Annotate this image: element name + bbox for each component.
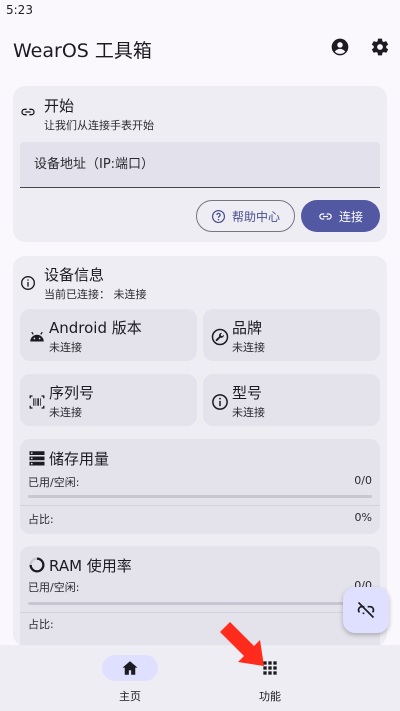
disconnect-fab[interactable] [343, 587, 389, 633]
device-address-input[interactable] [20, 142, 380, 187]
android-version-value: 未连接 [49, 341, 82, 354]
nav-item-home[interactable]: 主页 [70, 645, 190, 711]
model-tile: 型号 未连接 [203, 374, 380, 426]
ram-ratio-label: 占比: [28, 618, 54, 631]
android-version-tile: Android 版本 未连接 [20, 309, 197, 361]
home-icon [122, 661, 138, 675]
wrench-icon [211, 328, 229, 346]
divider [20, 612, 380, 613]
account-circle-icon [331, 38, 349, 56]
status-time: 5:23 [6, 3, 33, 17]
link-icon [21, 108, 35, 116]
connect-card: 开始 让我们从连接手表开始 帮助中心 连接 [13, 86, 387, 242]
info-icon [212, 394, 228, 410]
app-title: WearOS 工具箱 [13, 40, 152, 62]
serial-number-label: 序列号 [49, 384, 95, 402]
nav-indicator [102, 655, 158, 681]
help-icon [211, 209, 226, 223]
brand-value: 未连接 [232, 341, 265, 354]
info-icon [21, 276, 35, 290]
gear-icon [371, 38, 389, 56]
brand-tile: 品牌 未连接 [203, 309, 380, 361]
storage-used-free-label: 已用/空闲: [28, 476, 80, 489]
brand-label: 品牌 [232, 319, 263, 337]
divider [20, 505, 380, 506]
storage-ratio-label: 占比: [28, 513, 54, 526]
connect-button[interactable]: 连接 [301, 200, 380, 232]
status-bar: 5:23 [0, 0, 400, 22]
bottom-navigation: 主页 功能 [0, 645, 400, 711]
storage-ratio-value: 0% [354, 511, 372, 524]
connect-card-title: 开始 [44, 97, 75, 115]
storage-used-free-value: 0/0 [354, 474, 372, 487]
ram-tile: RAM 使用率 已用/空闲: 0/0 占比: [20, 546, 380, 646]
device-info-card: 设备信息 当前已连接： 未连接 Android 版本 未连接 品牌 未连接 序列… [13, 256, 387, 646]
device-address-field[interactable] [20, 142, 380, 188]
storage-icon [29, 451, 45, 466]
serial-number-value: 未连接 [49, 406, 82, 419]
serial-number-tile: 序列号 未连接 [20, 374, 197, 426]
ram-usage-icon [29, 557, 45, 573]
connect-label: 连接 [338, 209, 363, 224]
model-value: 未连接 [232, 406, 265, 419]
model-label: 型号 [232, 384, 263, 402]
help-center-label: 帮助中心 [231, 209, 280, 224]
nav-label-features: 功能 [259, 690, 281, 703]
link-off-icon [357, 601, 375, 619]
device-info-title: 设备信息 [44, 266, 105, 284]
ram-progress-bar [28, 602, 372, 605]
red-arrow-annotation [220, 622, 264, 666]
android-version-label: Android 版本 [49, 319, 142, 337]
settings-button[interactable] [367, 34, 393, 60]
app-bar: WearOS 工具箱 [0, 28, 400, 68]
help-center-button[interactable]: 帮助中心 [196, 200, 295, 232]
connect-card-subtitle: 让我们从连接手表开始 [44, 119, 154, 132]
link-icon [319, 212, 332, 220]
android-icon [30, 331, 44, 342]
connection-status: 当前已连接： 未连接 [44, 288, 147, 301]
nav-label-home: 主页 [119, 690, 141, 703]
barcode-icon [29, 395, 45, 409]
storage-tile: 储存用量 已用/空闲: 0/0 占比: 0% [20, 439, 380, 534]
account-button[interactable] [327, 34, 353, 60]
ram-title: RAM 使用率 [49, 557, 132, 575]
storage-progress-bar [28, 495, 372, 498]
storage-title: 储存用量 [49, 450, 110, 468]
ram-used-free-label: 已用/空闲: [28, 581, 80, 594]
